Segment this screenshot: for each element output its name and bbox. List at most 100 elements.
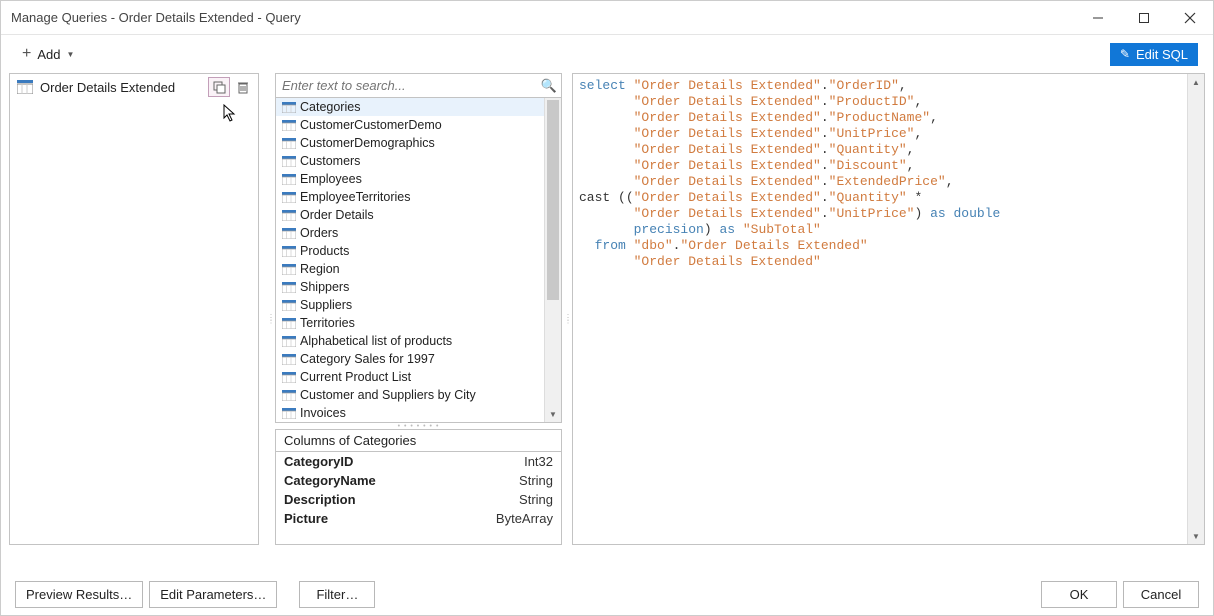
table-name: EmployeeTerritories — [298, 190, 410, 204]
table-icon — [280, 192, 298, 203]
table-icon — [280, 354, 298, 365]
table-item[interactable]: Region — [276, 260, 561, 278]
table-item[interactable]: Current Product List — [276, 368, 561, 386]
query-icon — [14, 80, 36, 94]
copy-query-button[interactable] — [208, 77, 230, 97]
column-type: String — [519, 492, 553, 507]
scroll-thumb[interactable] — [547, 100, 559, 300]
table-name: Suppliers — [298, 298, 352, 312]
table-item[interactable]: EmployeeTerritories — [276, 188, 561, 206]
titlebar: Manage Queries - Order Details Extended … — [1, 1, 1213, 35]
table-name: Region — [298, 262, 340, 276]
table-name: Orders — [298, 226, 338, 240]
window-title: Manage Queries - Order Details Extended … — [1, 10, 1075, 25]
window-controls — [1075, 1, 1213, 35]
search-input[interactable] — [276, 78, 537, 93]
table-icon — [280, 120, 298, 131]
pencil-icon: ✎ — [1120, 47, 1130, 61]
column-name: CategoryID — [284, 454, 524, 469]
table-icon — [280, 246, 298, 257]
table-item[interactable]: Customers — [276, 152, 561, 170]
table-name: Current Product List — [298, 370, 411, 384]
search-box[interactable]: 🔍 — [275, 73, 562, 98]
table-icon — [280, 174, 298, 185]
ok-button[interactable]: OK — [1041, 581, 1117, 608]
table-name: Customer and Suppliers by City — [298, 388, 476, 402]
close-button[interactable] — [1167, 1, 1213, 35]
table-item[interactable]: Invoices — [276, 404, 561, 422]
chevron-down-icon: ▼ — [66, 50, 74, 59]
maximize-button[interactable] — [1121, 1, 1167, 35]
column-type: String — [519, 473, 553, 488]
table-item[interactable]: Suppliers — [276, 296, 561, 314]
column-row: PictureByteArray — [276, 509, 561, 528]
table-item[interactable]: Employees — [276, 170, 561, 188]
columns-header: Columns of Categories — [276, 430, 561, 452]
filter-button[interactable]: Filter… — [299, 581, 375, 608]
table-name: CustomerDemographics — [298, 136, 435, 150]
table-icon — [280, 102, 298, 113]
table-icon — [280, 264, 298, 275]
table-item[interactable]: Territories — [276, 314, 561, 332]
sql-scrollbar[interactable]: ▲ ▼ — [1187, 74, 1204, 544]
table-name: Customers — [298, 154, 360, 168]
content: + Add ▼ ✎ Edit SQL Order Details Extende… — [1, 35, 1213, 615]
query-name: Order Details Extended — [36, 80, 208, 95]
table-icon — [280, 300, 298, 311]
table-name: Products — [298, 244, 349, 258]
table-icon — [280, 210, 298, 221]
toolbar: + Add ▼ ✎ Edit SQL — [1, 35, 1213, 73]
table-item[interactable]: Category Sales for 1997 — [276, 350, 561, 368]
table-item[interactable]: Orders — [276, 224, 561, 242]
table-icon — [280, 318, 298, 329]
table-name: Category Sales for 1997 — [298, 352, 435, 366]
table-item[interactable]: Categories — [276, 98, 561, 116]
table-item[interactable]: Shippers — [276, 278, 561, 296]
columns-panel: Columns of Categories CategoryIDInt32Cat… — [275, 429, 562, 545]
table-item[interactable]: Products — [276, 242, 561, 260]
table-icon — [280, 228, 298, 239]
table-icon — [280, 156, 298, 167]
table-name: Alphabetical list of products — [298, 334, 452, 348]
cancel-button[interactable]: Cancel — [1123, 581, 1199, 608]
plus-icon: + — [22, 46, 31, 62]
table-name: Categories — [298, 100, 360, 114]
table-icon — [280, 138, 298, 149]
query-list-panel: Order Details Extended — [9, 73, 259, 545]
table-item[interactable]: Customer and Suppliers by City — [276, 386, 561, 404]
table-icon — [280, 408, 298, 419]
bottom-bar: Preview Results… Edit Parameters… Filter… — [1, 573, 1213, 615]
table-icon — [280, 336, 298, 347]
table-name: Order Details — [298, 208, 374, 222]
scroll-down-icon[interactable]: ▼ — [545, 406, 561, 422]
column-row: CategoryIDInt32 — [276, 452, 561, 471]
column-type: Int32 — [524, 454, 553, 469]
scroll-down-icon[interactable]: ▼ — [1188, 528, 1204, 544]
table-item[interactable]: CustomerCustomerDemo — [276, 116, 561, 134]
scroll-up-icon[interactable]: ▲ — [1188, 74, 1204, 90]
query-list-item[interactable]: Order Details Extended — [10, 76, 258, 98]
preview-results-button[interactable]: Preview Results… — [15, 581, 143, 608]
sql-text[interactable]: select "Order Details Extended"."OrderID… — [573, 74, 1187, 544]
column-row: DescriptionString — [276, 490, 561, 509]
table-icon — [280, 390, 298, 401]
window: Manage Queries - Order Details Extended … — [0, 0, 1214, 616]
edit-sql-label: Edit SQL — [1136, 47, 1188, 62]
edit-sql-button[interactable]: ✎ Edit SQL — [1110, 43, 1198, 66]
table-item[interactable]: Alphabetical list of products — [276, 332, 561, 350]
body: Order Details Extended ⋮⋮ — [1, 73, 1213, 573]
table-name: Invoices — [298, 406, 346, 420]
table-item[interactable]: CustomerDemographics — [276, 134, 561, 152]
table-name: Territories — [298, 316, 355, 330]
add-button-label: Add — [37, 47, 60, 62]
column-row: CategoryNameString — [276, 471, 561, 490]
splitter-right[interactable]: ⋮⋮ — [564, 73, 572, 565]
splitter-left[interactable]: ⋮⋮ — [267, 73, 275, 565]
grip-icon: ⋮⋮ — [564, 316, 572, 322]
scrollbar[interactable]: ▲ ▼ — [544, 98, 561, 422]
minimize-button[interactable] — [1075, 1, 1121, 35]
table-item[interactable]: Order Details — [276, 206, 561, 224]
add-button[interactable]: + Add ▼ — [16, 44, 80, 64]
edit-parameters-button[interactable]: Edit Parameters… — [149, 581, 277, 608]
delete-query-button[interactable] — [232, 77, 254, 97]
